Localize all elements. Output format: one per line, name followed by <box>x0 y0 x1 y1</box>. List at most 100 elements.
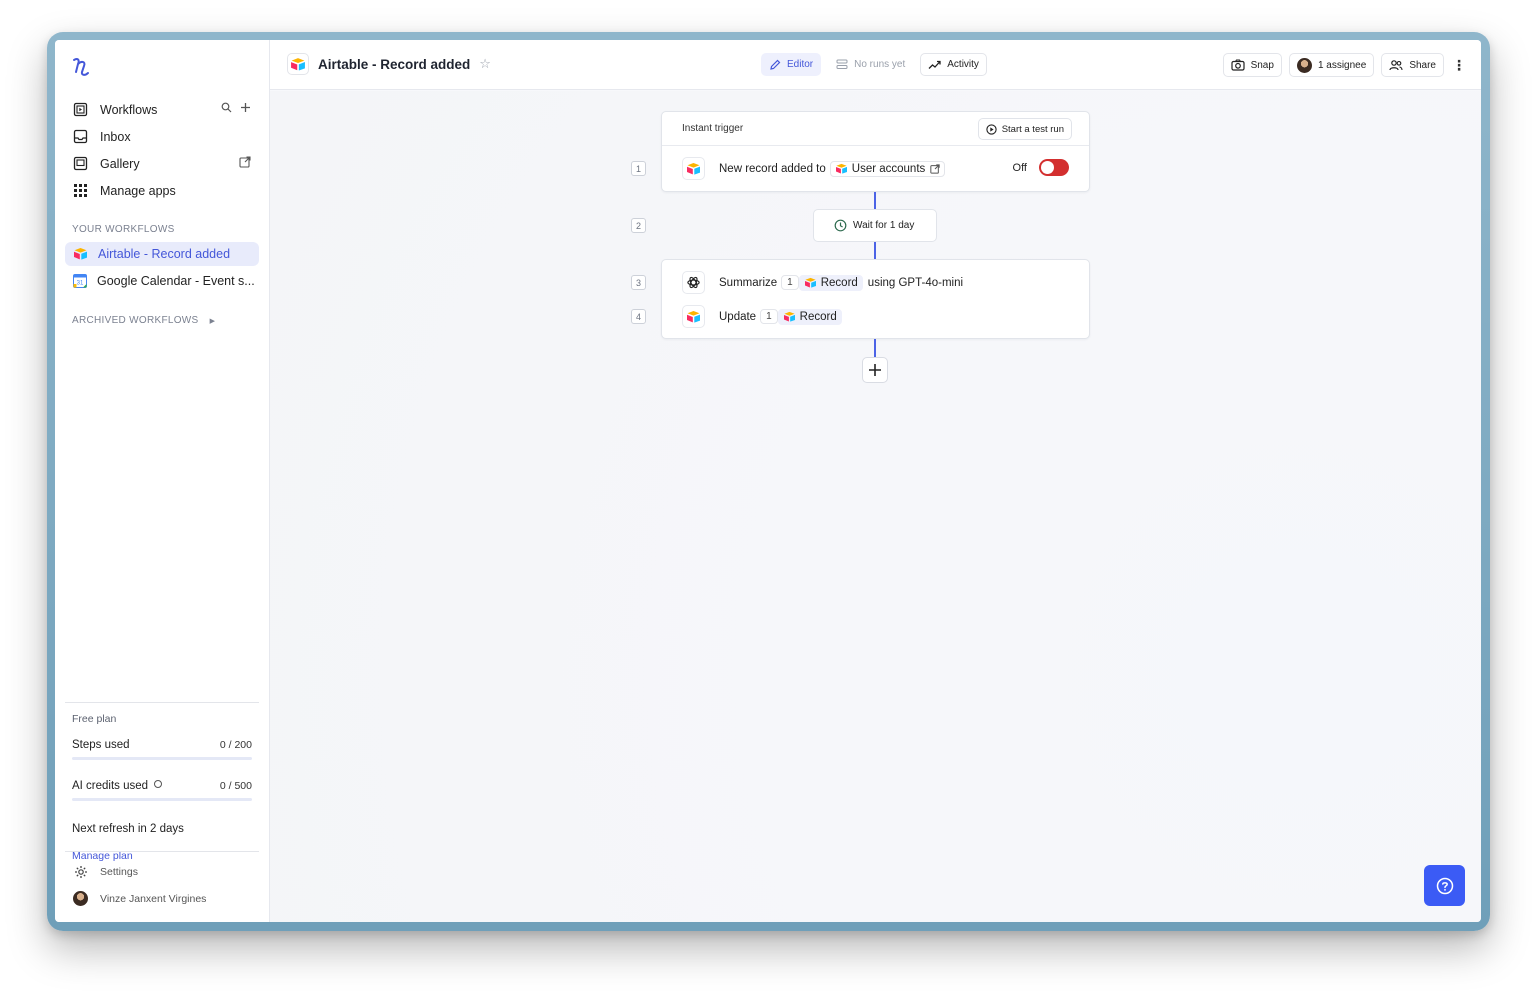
tab-runs-label: No runs yet <box>854 59 906 70</box>
snap-label: Snap <box>1250 59 1274 71</box>
steps-used-label: Steps used <box>72 739 130 751</box>
more-options-icon[interactable]: ⋮ <box>1451 53 1467 77</box>
trigger-header: Instant trigger Start a test run <box>662 112 1089 146</box>
avatar <box>73 891 88 906</box>
star-icon[interactable]: ☆ <box>479 56 491 72</box>
gallery-icon <box>72 156 88 172</box>
settings-label: Settings <box>100 865 138 878</box>
nav-item-inbox[interactable]: Inbox <box>65 123 259 150</box>
trigger-step[interactable]: New record added to User accounts <box>682 157 946 180</box>
openai-icon <box>682 271 705 294</box>
users-icon <box>1389 59 1403 71</box>
info-icon[interactable] <box>154 780 163 788</box>
workflow-item-airtable[interactable]: Airtable - Record added <box>65 242 259 266</box>
plus-icon[interactable] <box>240 102 251 116</box>
wait-step[interactable]: Wait for 1 day <box>813 209 937 242</box>
nav-item-workflows[interactable]: Workflows <box>65 96 259 123</box>
assignee-label: 1 assignee <box>1317 59 1367 71</box>
workflow-title-group: Airtable - Record added ☆ <box>287 53 491 75</box>
runs-icon <box>836 59 848 70</box>
steps-usage: Steps used 0 / 200 <box>72 739 252 760</box>
actions-card: Summarize 1 Record using GPT-4o-mini Upd… <box>661 259 1090 339</box>
workflow-label-google-calendar: Google Calendar - Event s... <box>97 274 255 288</box>
topbar: Airtable - Record added ☆ Editor No runs… <box>270 40 1481 90</box>
caret-right-icon: ▶ <box>209 318 216 325</box>
ai-credits-progress-bar <box>72 798 252 801</box>
page-title[interactable]: Airtable - Record added <box>318 57 470 72</box>
camera-icon <box>1230 59 1245 71</box>
step-number-4: 4 <box>631 309 646 324</box>
connector-line <box>874 242 876 260</box>
airtable-icon <box>682 157 705 180</box>
nav-label-inbox: Inbox <box>100 129 131 144</box>
workflow-list: Airtable - Record added 31 Google Calend… <box>65 242 259 296</box>
trigger-text: New record added to <box>719 162 826 175</box>
topbar-actions: Snap 1 assignee Share ⋮ <box>1222 53 1467 77</box>
airtable-icon <box>73 247 88 262</box>
ref-step-number: 1 <box>760 309 778 324</box>
search-icon[interactable] <box>221 102 232 116</box>
record-chip[interactable]: Record <box>798 274 863 291</box>
wait-label: Wait for 1 day <box>853 220 915 231</box>
step-number-2: 2 <box>631 218 646 233</box>
toggle-label: Off <box>1012 161 1027 174</box>
record-chip[interactable]: Record <box>777 308 842 325</box>
refresh-notice: Next refresh in 2 days <box>72 823 184 835</box>
app-logo-icon[interactable] <box>71 56 91 78</box>
tab-activity[interactable]: Activity <box>920 53 987 76</box>
summarize-step[interactable]: Summarize 1 Record using GPT-4o-mini <box>682 271 963 294</box>
ai-credits-label: AI credits used <box>72 780 149 792</box>
airtable-icon <box>682 305 705 328</box>
avatar <box>1296 57 1312 73</box>
external-link-icon[interactable] <box>930 163 940 174</box>
nav-item-manage-apps[interactable]: Manage apps <box>65 177 259 204</box>
user-profile-item[interactable]: Vinze Janxent Virgines <box>65 885 259 912</box>
help-button[interactable] <box>1424 865 1465 906</box>
plan-panel: Free plan Steps used 0 / 200 AI credits … <box>65 702 259 864</box>
share-button[interactable]: Share <box>1381 53 1444 77</box>
sidebar: Workflows Inbox Gallery Manage apps YOUR… <box>55 40 270 922</box>
assignee-button[interactable]: 1 assignee <box>1288 53 1375 77</box>
connector-line <box>874 192 876 210</box>
tab-activity-label: Activity <box>947 59 979 70</box>
step-number-3: 3 <box>631 275 646 290</box>
workflows-icon <box>72 102 88 118</box>
update-text: Update <box>719 310 757 323</box>
enable-toggle-group: Off <box>1013 159 1069 176</box>
table-chip[interactable]: User accounts <box>829 160 946 177</box>
start-test-run-button[interactable]: Start a test run <box>977 118 1072 140</box>
trigger-card[interactable]: Instant trigger Start a test run New rec… <box>661 111 1090 192</box>
tab-editor[interactable]: Editor <box>761 53 822 76</box>
record-chip-label: Record <box>799 310 837 323</box>
trigger-label: Instant trigger <box>682 123 744 134</box>
nav-item-gallery[interactable]: Gallery <box>65 150 259 177</box>
trend-icon <box>928 60 941 70</box>
clock-icon <box>834 219 847 232</box>
add-step-button[interactable] <box>862 357 888 383</box>
google-calendar-icon: 31 <box>73 273 87 289</box>
ai-credits-usage: AI credits used 0 / 500 <box>72 780 252 801</box>
airtable-icon <box>804 277 817 288</box>
inbox-icon <box>72 129 88 145</box>
workflow-label-airtable: Airtable - Record added <box>98 247 231 261</box>
enable-toggle[interactable] <box>1039 159 1069 176</box>
workflow-canvas[interactable]: Instant trigger Start a test run New rec… <box>270 91 1481 922</box>
question-icon <box>1436 877 1453 894</box>
nav-label-workflows: Workflows <box>100 102 158 117</box>
view-tabs: Editor No runs yet Activity <box>761 53 987 76</box>
steps-progress-bar <box>72 757 252 760</box>
snap-button[interactable]: Snap <box>1222 53 1282 77</box>
user-name: Vinze Janxent Virgines <box>100 892 207 905</box>
tab-runs[interactable]: No runs yet <box>828 53 914 76</box>
table-chip-label: User accounts <box>851 162 926 175</box>
steps-used-value: 0 / 200 <box>219 739 252 751</box>
archived-workflows-toggle[interactable]: ARCHIVED WORKFLOWS ▶ <box>72 315 215 326</box>
gear-icon <box>73 864 88 879</box>
external-link-icon[interactable] <box>239 156 251 171</box>
tab-editor-label: Editor <box>787 59 814 70</box>
settings-item[interactable]: Settings <box>65 858 259 885</box>
pencil-icon <box>769 59 781 71</box>
workflow-item-google-calendar[interactable]: 31 Google Calendar - Event s... <box>65 269 259 293</box>
app-window: Workflows Inbox Gallery Manage apps YOUR… <box>55 40 1481 922</box>
update-step[interactable]: Update 1 Record <box>682 305 842 328</box>
